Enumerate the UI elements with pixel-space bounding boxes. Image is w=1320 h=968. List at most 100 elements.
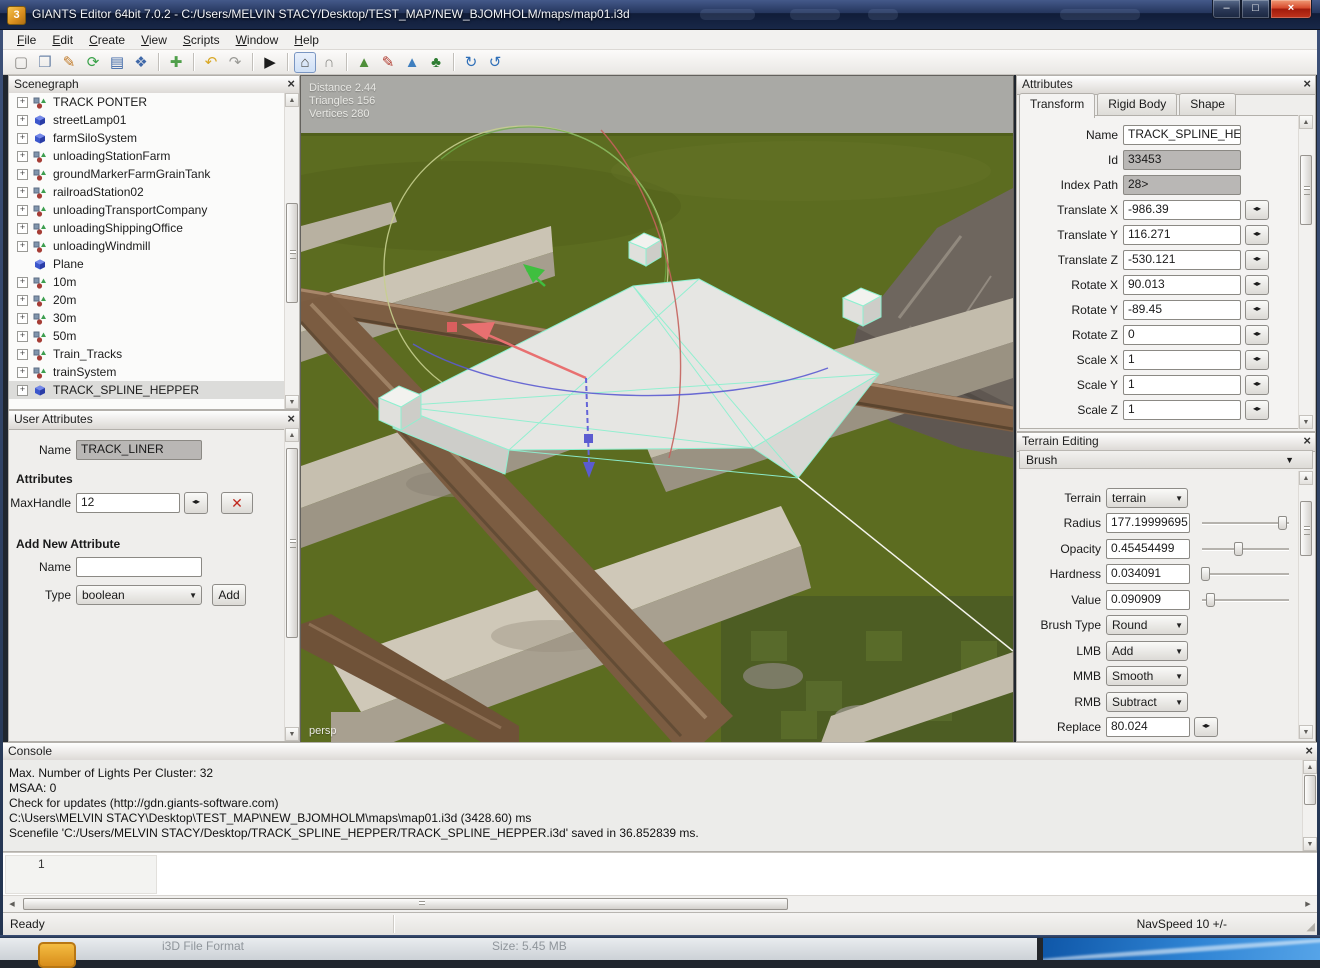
scrollbar-thumb[interactable] xyxy=(1304,775,1316,805)
tree-item-track-spline-hepper[interactable]: +TRACK_SPLINE_HEPPER xyxy=(9,381,299,399)
terrain-sculpt-icon[interactable]: ▲ xyxy=(353,52,375,73)
spinner-button[interactable]: ◂▸ xyxy=(1245,325,1269,345)
import-icon[interactable]: ✚ xyxy=(165,52,187,73)
expand-icon[interactable]: + xyxy=(17,223,28,234)
menu-item-create[interactable]: Create xyxy=(81,30,133,50)
title-bar[interactable]: 3 GIANTS Editor 64bit 7.0.2 - C:/Users/M… xyxy=(0,0,1320,30)
save-icon[interactable]: ▤ xyxy=(106,52,128,73)
magnet-icon[interactable]: ∩ xyxy=(318,52,340,73)
tree-item-plane[interactable]: Plane xyxy=(9,255,299,273)
viewport-3d[interactable]: Distance 2.44 Triangles 156 Vertices 280… xyxy=(300,75,1014,744)
hardness-slider[interactable] xyxy=(1202,567,1289,581)
close-icon[interactable]: × xyxy=(1303,433,1311,448)
scroll-up-icon[interactable]: ▲ xyxy=(1303,760,1317,774)
spinner-button[interactable]: ◂▸ xyxy=(1194,717,1218,737)
tree-item-streetlamp01[interactable]: +streetLamp01 xyxy=(9,111,299,129)
close-icon[interactable]: × xyxy=(1305,743,1313,758)
expand-icon[interactable]: + xyxy=(17,205,28,216)
scroll-left-icon[interactable]: ◀ xyxy=(4,897,20,912)
scrollbar-thumb[interactable] xyxy=(1300,155,1312,225)
tree-item-unloadingshippingoffice[interactable]: +unloadingShippingOffice xyxy=(9,219,299,237)
menu-item-window[interactable]: Window xyxy=(228,30,287,50)
close-icon[interactable]: × xyxy=(287,76,295,91)
tab-shape[interactable]: Shape xyxy=(1179,93,1236,115)
new-file-icon[interactable]: ▢ xyxy=(10,52,32,73)
scrollbar-thumb[interactable] xyxy=(286,448,298,638)
attributes-scrollbar[interactable]: ▲ ▼ xyxy=(1298,115,1313,429)
terrain-scrollbar[interactable]: ▲ ▼ xyxy=(1298,471,1313,739)
expand-icon[interactable]: + xyxy=(17,385,28,396)
undo-icon[interactable]: ↶ xyxy=(200,52,222,73)
tree-item-groundmarkerfarmgraintank[interactable]: +groundMarkerFarmGrainTank xyxy=(9,165,299,183)
replace-input[interactable]: 80.024 xyxy=(1106,717,1190,737)
menu-item-edit[interactable]: Edit xyxy=(44,30,81,50)
user-attribute-name-input[interactable]: TRACK_LINER xyxy=(76,440,202,460)
mmb-select[interactable]: Smooth▼ xyxy=(1106,666,1188,686)
rotate-x-input[interactable]: 90.013 xyxy=(1123,275,1241,295)
expand-icon[interactable]: + xyxy=(17,313,28,324)
rotate-y-input[interactable]: -89.45 xyxy=(1123,300,1241,320)
scroll-up-icon[interactable]: ▲ xyxy=(285,93,299,107)
scrollbar-thumb[interactable] xyxy=(286,203,298,303)
expand-icon[interactable]: + xyxy=(17,349,28,360)
menu-item-file[interactable]: File xyxy=(9,30,44,50)
spinner-button[interactable]: ◂▸ xyxy=(1245,300,1269,320)
scroll-down-icon[interactable]: ▼ xyxy=(285,395,299,409)
script-editor[interactable]: 1 xyxy=(3,852,1317,895)
slider-thumb[interactable] xyxy=(1234,542,1243,556)
scroll-up-icon[interactable]: ▲ xyxy=(285,428,299,442)
radius-input[interactable]: 177.19999695 xyxy=(1106,513,1190,533)
spinner-button[interactable]: ◂▸ xyxy=(1245,250,1269,270)
scroll-up-icon[interactable]: ▲ xyxy=(1299,115,1313,129)
tree-item-railroadstation02[interactable]: +railroadStation02 xyxy=(9,183,299,201)
translate-z-input[interactable]: -530.121 xyxy=(1123,250,1241,270)
redo-icon[interactable]: ↷ xyxy=(224,52,246,73)
expand-icon[interactable]: + xyxy=(17,151,28,162)
expand-icon[interactable]: + xyxy=(17,133,28,144)
value-slider[interactable] xyxy=(1202,593,1289,607)
scrollbar-thumb[interactable] xyxy=(1300,501,1312,556)
save-as-icon[interactable]: ❖ xyxy=(130,52,152,73)
radius-slider[interactable] xyxy=(1202,516,1289,530)
camera-home-icon[interactable]: ⌂ xyxy=(294,52,316,73)
add-attribute-button[interactable]: Add xyxy=(212,584,246,606)
scroll-right-icon[interactable]: ▶ xyxy=(1300,897,1316,912)
rmb-select[interactable]: Subtract▼ xyxy=(1106,692,1188,712)
lmb-select[interactable]: Add▼ xyxy=(1106,641,1188,661)
scrollbar-thumb[interactable] xyxy=(23,898,788,910)
slider-thumb[interactable] xyxy=(1201,567,1210,581)
close-icon[interactable]: × xyxy=(1303,76,1311,91)
spinner-button[interactable]: ◂▸ xyxy=(184,492,208,514)
expand-icon[interactable]: + xyxy=(17,97,28,108)
scroll-down-icon[interactable]: ▼ xyxy=(1299,415,1313,429)
expand-icon[interactable]: + xyxy=(17,169,28,180)
new-attribute-name-input[interactable] xyxy=(76,557,202,577)
expand-icon[interactable]: + xyxy=(17,331,28,342)
console-log[interactable]: Max. Number of Lights Per Cluster: 32 MS… xyxy=(3,760,1302,851)
tree-item-farmsilosystem[interactable]: +farmSiloSystem xyxy=(9,129,299,147)
translate-x-input[interactable]: -986.39 xyxy=(1123,200,1241,220)
scale-z-input[interactable]: 1 xyxy=(1123,400,1241,420)
type-select[interactable]: boolean ▼ xyxy=(76,585,202,605)
horizontal-scrollbar[interactable]: ◀ ▶ xyxy=(3,895,1317,912)
translate-y-input[interactable]: 116.271 xyxy=(1123,225,1241,245)
maxhandle-input[interactable]: 12 xyxy=(76,493,180,513)
play-icon[interactable]: ▶ xyxy=(259,52,281,73)
value-input[interactable]: 0.090909 xyxy=(1106,590,1190,610)
reload-icon[interactable]: ⟳ xyxy=(82,52,104,73)
menu-item-scripts[interactable]: Scripts xyxy=(175,30,228,50)
opacity-slider[interactable] xyxy=(1202,542,1289,556)
spinner-button[interactable]: ◂▸ xyxy=(1245,275,1269,295)
tree-item-10m[interactable]: +10m xyxy=(9,273,299,291)
expand-icon[interactable]: + xyxy=(17,115,28,126)
name-input[interactable]: TRACK_SPLINE_HEI xyxy=(1123,125,1241,145)
tree-item-train-tracks[interactable]: +Train_Tracks xyxy=(9,345,299,363)
scale-y-input[interactable]: 1 xyxy=(1123,375,1241,395)
tree-item-50m[interactable]: +50m xyxy=(9,327,299,345)
edit-notepad-icon[interactable]: ✎ xyxy=(58,52,80,73)
console-scrollbar[interactable]: ▲ ▼ xyxy=(1302,760,1317,851)
maximize-button[interactable]: □ xyxy=(1241,0,1270,19)
expand-icon[interactable]: + xyxy=(17,277,28,288)
expand-icon[interactable]: + xyxy=(17,187,28,198)
tree-item-20m[interactable]: +20m xyxy=(9,291,299,309)
